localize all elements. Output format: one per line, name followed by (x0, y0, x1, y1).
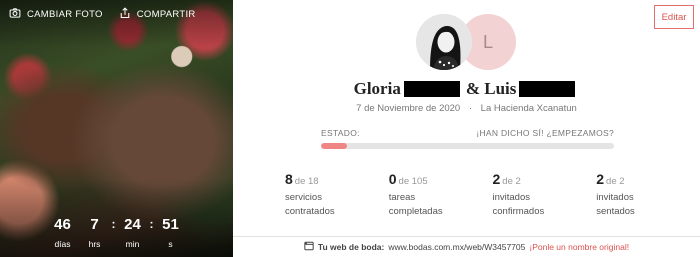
countdown-minutes: 24 min (117, 216, 149, 250)
stat-value: 2 (492, 171, 501, 187)
stat-total: de 18 (294, 176, 319, 187)
stat-label-line-1: invitados (492, 192, 531, 203)
partner-2-name: & Luis (465, 79, 517, 98)
countdown-hours-label: hrs (88, 239, 101, 249)
redacted-surname (519, 81, 576, 97)
stat-guests-seated[interactable]: 2 de 2 invitados sentados (596, 171, 700, 219)
couple-photo: CAMBIAR FOTO COMPARTIR 46 días 7 hrs : 2… (0, 0, 233, 257)
progress-bar (321, 143, 614, 149)
countdown: 46 días 7 hrs : 24 min : 51 s (0, 216, 233, 250)
event-meta: 7 de Noviembre de 2020 · La Hacienda Xca… (233, 103, 700, 114)
countdown-days: 46 días (47, 216, 79, 250)
wedding-web: Tu web de boda: www.bodas.com.mx/web/W34… (233, 241, 700, 253)
countdown-hours: 7 hrs (79, 216, 111, 250)
countdown-days-value: 46 (54, 216, 71, 233)
share-button[interactable]: COMPARTIR (119, 7, 196, 22)
share-label: COMPARTIR (136, 9, 196, 20)
stat-label-line-1: tareas (388, 192, 416, 203)
rename-web-link[interactable]: ¡Ponle un nombre original! (529, 242, 629, 252)
edit-button[interactable]: Editar (654, 5, 694, 29)
photo-actions: CAMBIAR FOTO COMPARTIR (9, 7, 196, 22)
countdown-seconds-label: s (168, 239, 173, 249)
redacted-surname (403, 81, 460, 97)
change-photo-label: CAMBIAR FOTO (27, 9, 103, 20)
stat-tasks[interactable]: 0 de 105 tareas completadas (389, 171, 493, 219)
bride-avatar[interactable] (416, 14, 472, 70)
camera-icon (9, 7, 21, 22)
stats: 8 de 18 servicios contratados 0 de 105 tar… (285, 171, 700, 219)
meta-separator: · (468, 103, 473, 114)
change-photo-button[interactable]: CAMBIAR FOTO (9, 7, 103, 22)
stat-total: de 2 (502, 176, 521, 187)
stat-label-line-1: invitados (596, 192, 634, 203)
stat-value: 0 (388, 171, 397, 187)
status-message: ¡HAN DICHO SÍ! ¿EMPEZAMOS? (476, 128, 614, 138)
countdown-hours-value: 7 (90, 216, 99, 233)
web-icon (304, 241, 314, 253)
stat-value: 2 (596, 171, 605, 187)
progress-fill (321, 143, 348, 149)
couple-names: Gloria & Luis (233, 79, 700, 99)
divider (233, 236, 700, 237)
stat-services[interactable]: 8 de 18 servicios contratados (285, 171, 389, 219)
countdown-minutes-label: min (125, 239, 140, 249)
stat-label-line-1: servicios (285, 192, 322, 203)
stat-label-line-2: sentados (596, 206, 635, 217)
stat-value: 8 (285, 171, 293, 187)
stat-guests-confirmed[interactable]: 2 de 2 invitados confirmados (493, 171, 597, 219)
countdown-days-label: días (54, 239, 71, 249)
stat-label-line-2: completadas (388, 206, 443, 217)
partner-1-name: Gloria (353, 79, 401, 98)
stat-label-line-2: confirmados (492, 206, 545, 217)
bride-portrait-icon (416, 14, 472, 70)
stat-total: de 105 (398, 176, 428, 187)
countdown-seconds: 51 s (155, 216, 187, 250)
stat-total: de 2 (606, 176, 625, 187)
status-row: ESTADO: ¡HAN DICHO SÍ! ¿EMPEZAMOS? (321, 128, 614, 138)
wedding-web-label: Tu web de boda: (317, 242, 385, 252)
countdown-seconds-value: 51 (162, 216, 179, 233)
wedding-web-url[interactable]: www.bodas.com.mx/web/W3457705 (388, 242, 525, 252)
event-date: 7 de Noviembre de 2020 (356, 103, 461, 114)
status-label: ESTADO: (321, 128, 360, 138)
event-venue: La Hacienda Xcanatun (480, 103, 577, 114)
share-icon (119, 7, 131, 22)
countdown-minutes-value: 24 (124, 216, 141, 233)
stat-label-line-2: contratados (285, 206, 335, 217)
